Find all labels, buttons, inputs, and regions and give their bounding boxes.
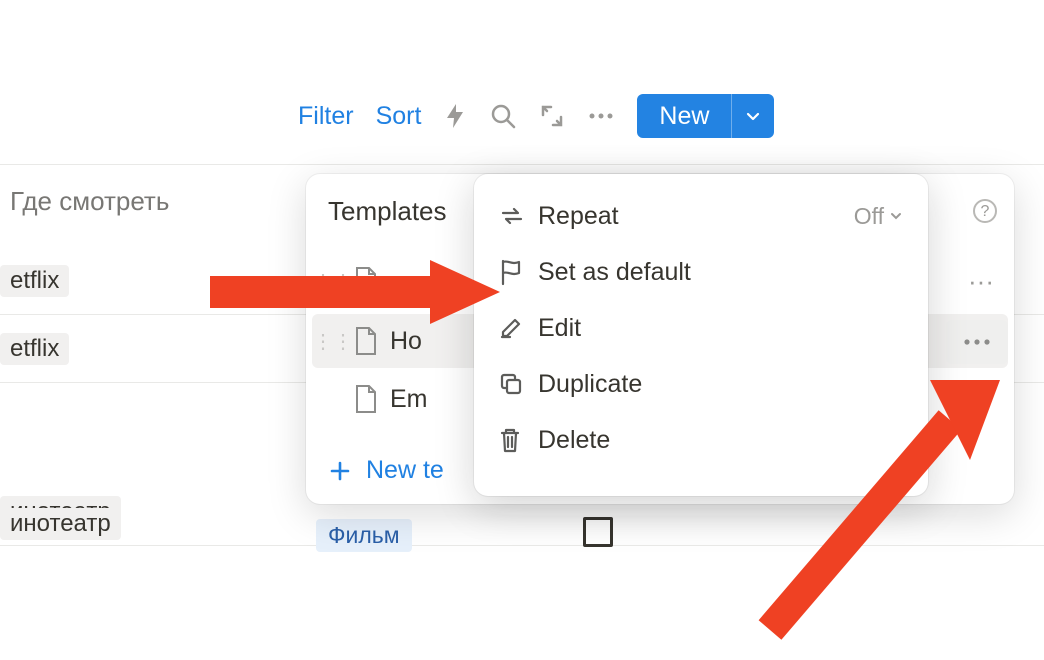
- edit-icon: [498, 315, 538, 341]
- template-name: Em: [390, 385, 428, 414]
- tag-chip: etflix: [0, 333, 69, 365]
- template-more-button-active[interactable]: [946, 320, 1008, 364]
- sort-button[interactable]: Sort: [376, 102, 422, 131]
- template-context-menu: Repeat Off Set as default Edit Duplicate…: [474, 174, 928, 496]
- menu-item-delete[interactable]: Delete: [474, 412, 928, 468]
- template-name: Ho: [390, 327, 422, 356]
- page-icon: [348, 326, 384, 356]
- menu-label: Duplicate: [538, 370, 642, 399]
- new-template-label: New te: [366, 456, 444, 485]
- duplicate-icon: [498, 371, 538, 397]
- new-button-label[interactable]: New: [637, 94, 731, 138]
- menu-label: Repeat: [538, 202, 619, 231]
- drag-handle-icon[interactable]: ⋮⋮: [318, 269, 348, 294]
- expand-icon[interactable]: [539, 103, 565, 129]
- search-icon[interactable]: [489, 102, 517, 130]
- menu-label: Set as default: [538, 258, 691, 287]
- svg-text:?: ?: [981, 203, 990, 220]
- menu-label: Edit: [538, 314, 581, 343]
- filter-button[interactable]: Filter: [298, 102, 354, 131]
- new-template-button[interactable]: New te: [328, 456, 444, 485]
- menu-item-set-default[interactable]: Set as default: [474, 244, 928, 300]
- new-button[interactable]: New: [637, 94, 774, 138]
- page-icon: [348, 384, 384, 414]
- flag-icon: [498, 258, 538, 286]
- page-icon: [348, 266, 384, 296]
- tag-chip: инотеатр: [0, 508, 121, 540]
- bolt-icon[interactable]: [443, 102, 467, 130]
- drag-handle-icon[interactable]: ⋮⋮: [318, 329, 348, 354]
- plus-icon: [328, 459, 352, 483]
- tag-chip: etflix: [0, 265, 69, 297]
- checkbox[interactable]: [583, 517, 613, 547]
- template-more-icon[interactable]: ···: [960, 266, 1002, 297]
- more-icon[interactable]: [587, 111, 615, 121]
- chevron-down-icon: [888, 208, 904, 224]
- trash-icon: [498, 426, 538, 454]
- template-more-icon[interactable]: ···: [960, 384, 1002, 415]
- repeat-icon: [498, 204, 538, 228]
- tag-chip-film: Фильм: [316, 519, 412, 552]
- menu-label: Delete: [538, 426, 610, 455]
- menu-item-duplicate[interactable]: Duplicate: [474, 356, 928, 412]
- help-icon[interactable]: ?: [968, 194, 1002, 228]
- column-header: Где смотреть: [10, 186, 169, 217]
- menu-item-repeat[interactable]: Repeat Off: [474, 188, 928, 244]
- divider: [0, 164, 1044, 165]
- templates-title: Templates: [328, 196, 447, 227]
- menu-item-edit[interactable]: Edit: [474, 300, 928, 356]
- view-toolbar: Filter Sort New: [298, 94, 774, 138]
- repeat-state: Off: [854, 203, 904, 230]
- new-button-caret[interactable]: [731, 94, 774, 138]
